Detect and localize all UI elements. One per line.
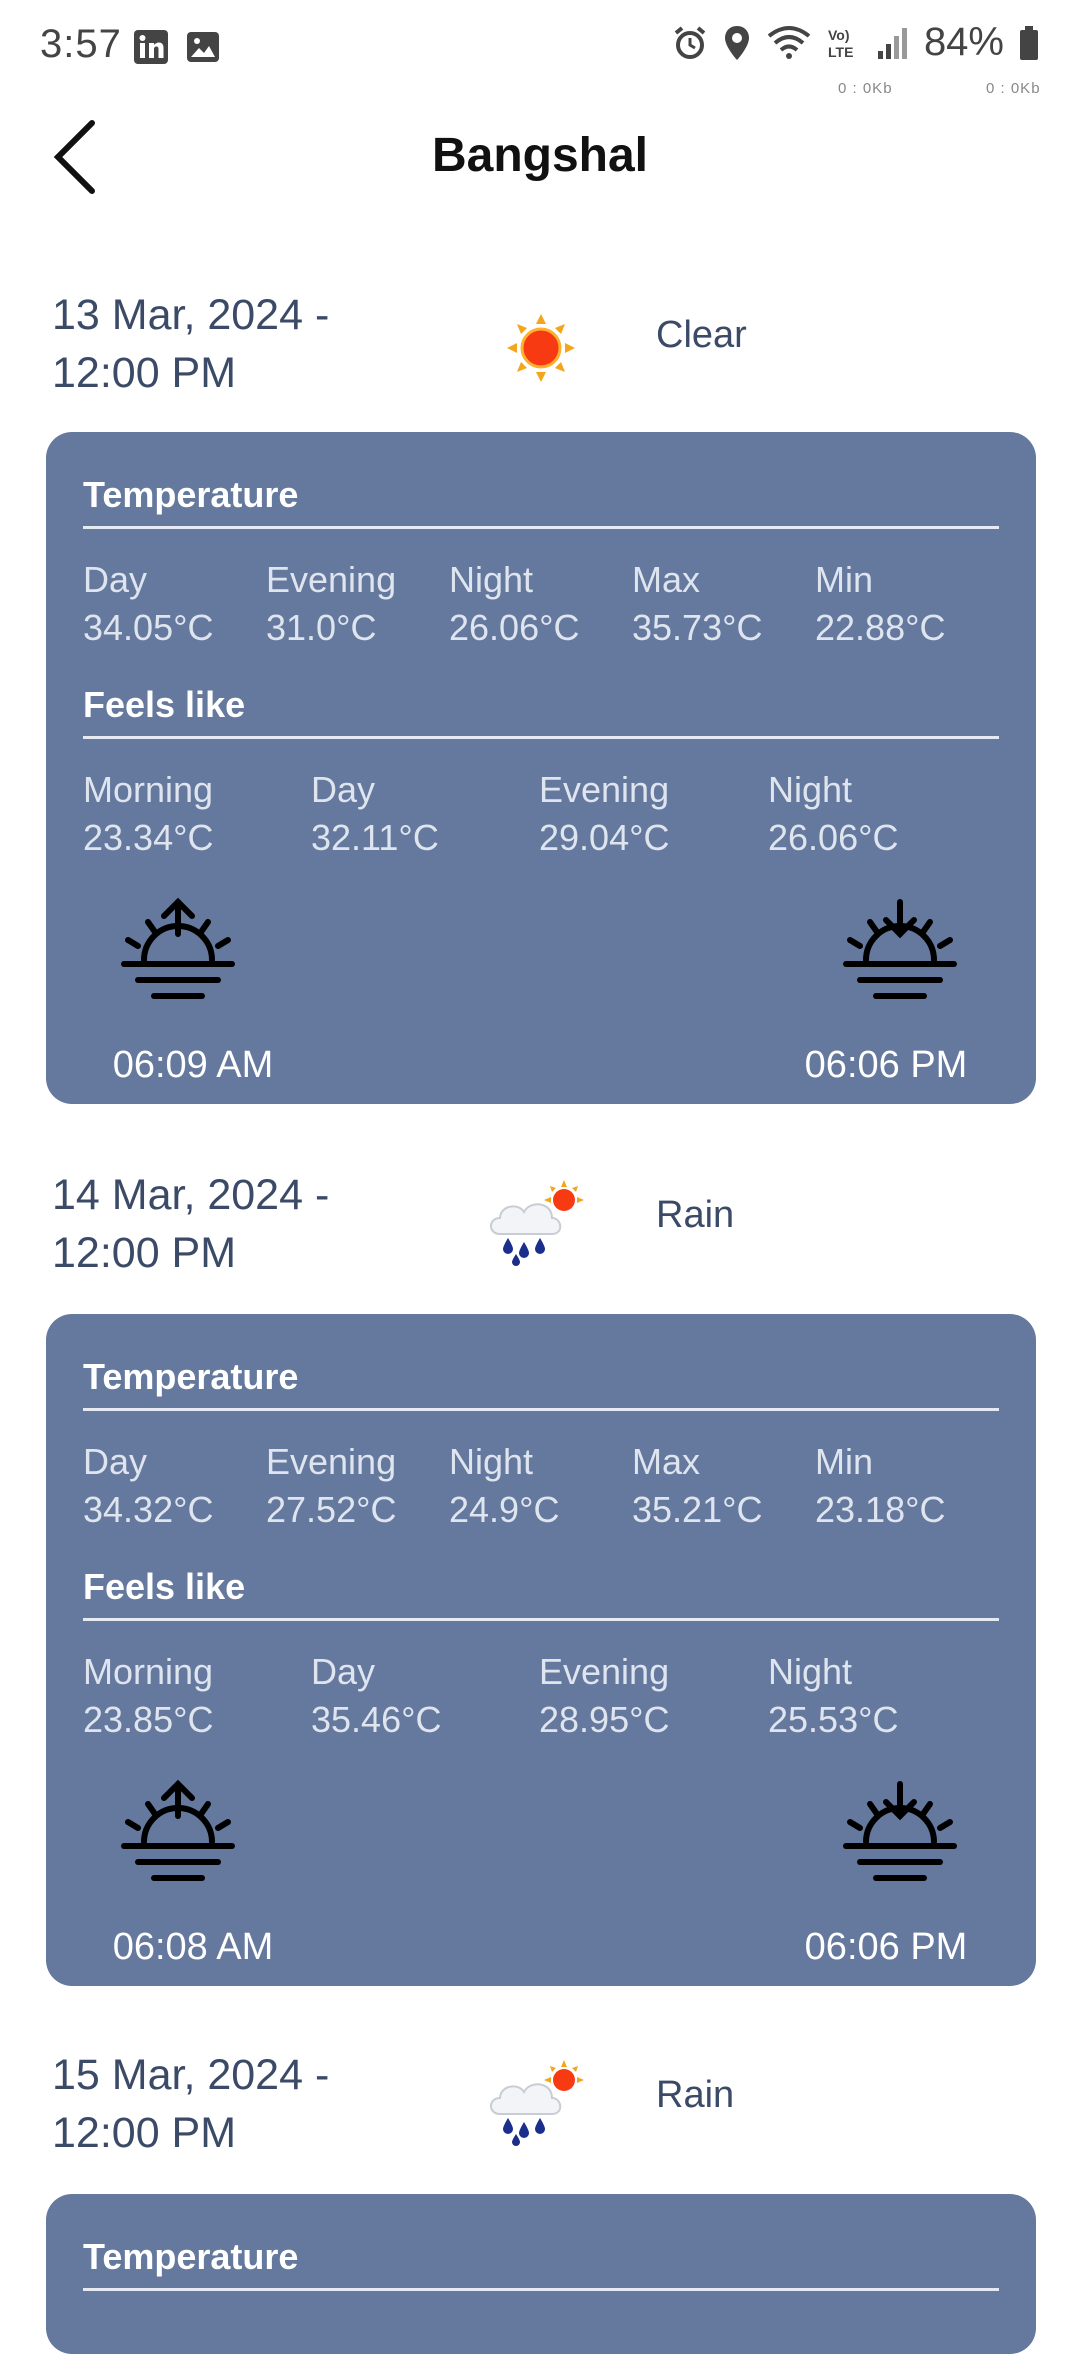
forecast-card: Temperature [46, 2194, 1036, 2354]
forecast-condition: Rain [656, 1194, 735, 1236]
temp-min: Min 23.18°C [815, 1441, 946, 1530]
feels-like-heading: Feels like [83, 1566, 246, 1607]
status-bar: 3:57 Vo) LTE 84% 0: 0Kb 0: 0Kb [0, 0, 1080, 97]
alarm-icon [674, 25, 706, 59]
forecast-date: 13 Mar, 2024 - 12:00 PM [52, 291, 330, 397]
svg-text:LTE: LTE [828, 44, 853, 60]
feels-night: Night 25.53°C [768, 1651, 899, 1740]
rain-cloud-icon [490, 1180, 584, 1266]
sun-icon [507, 314, 575, 382]
rain-cloud-icon [490, 2060, 584, 2146]
temp-day: Day 34.05°C [83, 559, 214, 648]
svg-text:Vo): Vo) [828, 27, 850, 43]
divider [83, 2288, 999, 2291]
forecast-card: Temperature Day 34.32°C Evening 27.52°C Ni… [46, 1314, 1036, 1986]
volte-icon: Vo) LTE [828, 27, 853, 60]
sunrise-time: 06:08 AM [112, 1926, 274, 1968]
feels-night: Night 26.06°C [768, 769, 899, 858]
forecast-header: 13 Mar, 2024 - 12:00 PM Clear [0, 286, 1080, 426]
temp-day: Day 34.32°C [83, 1441, 214, 1530]
sunset-time: 06:06 PM [804, 1926, 968, 1968]
feels-like-heading: Feels like [83, 684, 246, 725]
sunset-icon [843, 899, 957, 999]
forecast-header: 15 Mar, 2024 - 12:00 PM Rain [0, 2046, 1080, 2186]
temperature-heading: Temperature [83, 474, 299, 515]
battery-icon [1020, 25, 1038, 60]
feels-day: Day 35.46°C [311, 1651, 442, 1740]
forecast-condition: Rain [656, 2074, 735, 2116]
forecast-header: 14 Mar, 2024 - 12:00 PM Rain [0, 1166, 1080, 1306]
signal-icon [877, 27, 907, 59]
battery-percent: 84% [923, 20, 1004, 64]
temp-max: Max 35.21°C [632, 1441, 763, 1530]
forecast-condition: Clear [656, 314, 747, 356]
status-right: Vo) LTE 84% [672, 20, 1040, 65]
sunrise-icon [121, 1779, 235, 1881]
divider [83, 1618, 999, 1621]
forecast-card: Temperature Day 34.05°C Evening 31.0°C Nig… [46, 432, 1036, 1104]
temperature-heading: Temperature [83, 1356, 299, 1397]
sunrise-icon [121, 897, 235, 999]
linkedin-icon [134, 30, 168, 64]
temperature-heading: Temperature [83, 2236, 299, 2277]
image-icon [187, 32, 219, 62]
feels-morning: Morning 23.34°C [83, 769, 214, 858]
temp-night: Night 24.9°C [449, 1441, 560, 1530]
page-title: Bangshal [431, 129, 649, 182]
wifi-icon [767, 25, 811, 59]
forecast-date: 15 Mar, 2024 - 12:00 PM [52, 2051, 330, 2157]
location-icon [724, 25, 749, 60]
temp-max: Max 35.73°C [632, 559, 763, 648]
notification-icons [132, 28, 222, 66]
app-bar: Bangshal [0, 92, 1080, 218]
temp-evening: Evening 27.52°C [266, 1441, 397, 1530]
divider [83, 736, 999, 739]
temp-min: Min 22.88°C [815, 559, 946, 648]
sunset-icon [843, 1781, 957, 1881]
feels-day: Day 32.11°C [311, 769, 439, 858]
sunset-time: 06:06 PM [804, 1044, 968, 1086]
feels-evening: Evening 29.04°C [539, 769, 670, 858]
divider [83, 526, 999, 529]
sunrise-time: 06:09 AM [112, 1044, 274, 1086]
feels-morning: Morning 23.85°C [83, 1651, 214, 1740]
feels-evening: Evening 28.95°C [539, 1651, 670, 1740]
temp-evening: Evening 31.0°C [266, 559, 397, 648]
divider [83, 1408, 999, 1411]
temp-night: Night 26.06°C [449, 559, 580, 648]
status-time: 3:57 [40, 22, 122, 66]
forecast-date: 14 Mar, 2024 - 12:00 PM [52, 1171, 330, 1277]
